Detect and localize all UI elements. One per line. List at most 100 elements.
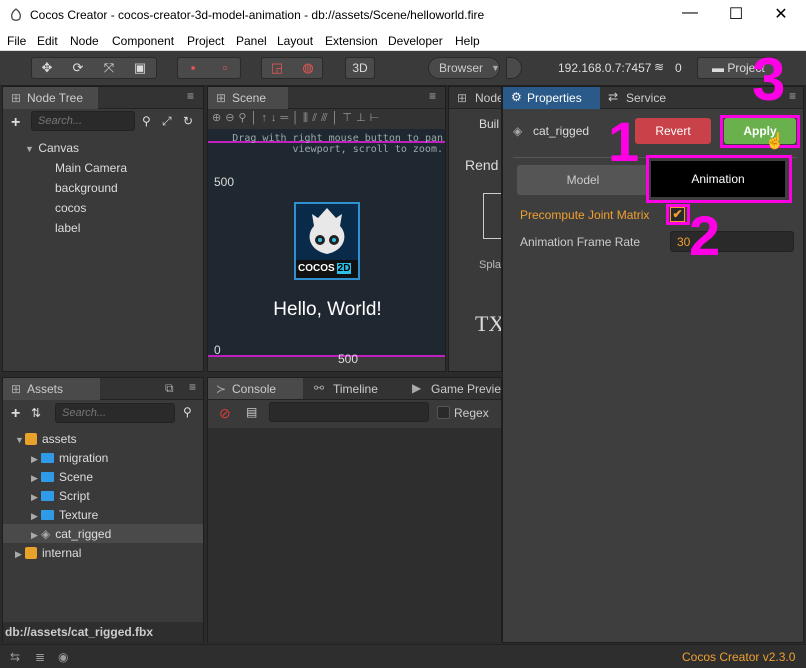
node-lib-render[interactable]: Rend (465, 157, 498, 173)
asset-item-migration[interactable]: ▶ migration (31, 451, 108, 465)
node-lib-splash[interactable]: Spla (479, 259, 501, 271)
eye-icon[interactable]: ◉ (58, 650, 68, 664)
node-search-input[interactable]: Search... (31, 111, 135, 131)
asset-item-texture[interactable]: ▶ Texture (31, 508, 98, 522)
node-lib-text[interactable]: TX (475, 311, 501, 337)
tab-service[interactable]: Service (626, 91, 666, 105)
cocos-app-icon (11, 8, 21, 21)
expand-arrow-icon: ▼ (15, 435, 24, 445)
window-title: Cocos Creator - cocos-creator-3d-model-a… (30, 8, 485, 22)
tab-animation[interactable]: Animation (651, 161, 785, 197)
move-tool-icon[interactable]: ✥ (32, 58, 62, 78)
menu-developer[interactable]: Developer (388, 34, 443, 48)
3d-toggle-button[interactable]: 3D (345, 57, 375, 79)
menu-project[interactable]: Project (187, 34, 224, 48)
globe-icon[interactable]: ◍ (293, 58, 323, 78)
sync-icon[interactable]: ⇆ (10, 650, 20, 664)
menu-edit[interactable]: Edit (37, 34, 58, 48)
rotate-tool-icon[interactable]: ⟳ (63, 58, 93, 78)
menu-extension[interactable]: Extension (325, 34, 378, 48)
tree-item-cocos[interactable]: cocos (55, 201, 86, 215)
folder-icon (41, 453, 54, 463)
refresh-icon[interactable]: ↻ (183, 114, 193, 128)
frame-rate-label: Animation Frame Rate (520, 235, 641, 249)
local-icon[interactable]: ▫ (210, 58, 240, 78)
snap-icon[interactable]: ◲ (262, 58, 292, 78)
folder-icon (41, 491, 54, 501)
panel-menu-icon[interactable]: ≡ (429, 89, 436, 103)
search-icon[interactable]: ⚲ (183, 405, 192, 419)
log-file-icon[interactable]: ▤ (246, 405, 257, 419)
asset-item-scene[interactable]: ▶ Scene (31, 470, 93, 484)
scale-tool-icon[interactable]: ⤧ (94, 58, 124, 78)
tab-timeline[interactable]: Timeline (333, 382, 378, 396)
panel-menu-icon[interactable]: ≡ (789, 89, 796, 103)
asset-item-assets[interactable]: ▼ assets (15, 432, 77, 446)
regex-checkbox[interactable] (437, 406, 450, 419)
close-button[interactable]: ✕ (766, 4, 796, 24)
browser-select-label: Browser (439, 61, 484, 75)
tree-item-main-camera[interactable]: Main Camera (55, 161, 127, 175)
asset-item-cat-rigged[interactable]: ▶ ◈ cat_rigged (31, 527, 111, 541)
clear-console-icon[interactable]: ⊘ (219, 405, 231, 422)
minimize-button[interactable]: — (675, 4, 705, 22)
asset-search-input[interactable]: Search... (55, 403, 175, 423)
search-icon[interactable]: ⚲ (142, 114, 151, 128)
collapse-arrow-icon: ▶ (31, 473, 38, 483)
assets-panel: Assets ⊞ ⧉ ≡ + ⇅ Search... ⚲ ▼ assets ▶ mi… (2, 377, 204, 642)
asset-label: migration (59, 451, 109, 465)
asset-label: internal (42, 546, 82, 560)
revert-button[interactable]: Revert (635, 118, 711, 144)
browser-select[interactable]: Browser (428, 57, 500, 79)
menu-file[interactable]: File (7, 34, 26, 48)
annotation-3: 3 (752, 46, 786, 113)
node-library-title[interactable]: Node (475, 91, 501, 105)
tree-item-background[interactable]: background (55, 181, 118, 195)
menu-panel[interactable]: Panel (236, 34, 267, 48)
folder-icon: ▬ (712, 61, 724, 75)
popout-icon[interactable]: ⧉ (165, 381, 174, 396)
pivot-icon[interactable]: ▪ (178, 58, 208, 78)
y-axis-500: 500 (214, 175, 235, 189)
rect-tool-icon[interactable]: ▣ (125, 58, 155, 78)
assets-header: Assets ⊞ ⧉ ≡ (3, 378, 203, 400)
play-button[interactable] (506, 57, 522, 79)
node-lib-built-in[interactable]: Buil (479, 117, 499, 131)
node-library-panel: ⊞ Node Buil Rend Spla TX (448, 86, 502, 372)
console-filter-input[interactable] (269, 402, 429, 422)
asset-item-internal[interactable]: ▶ internal (15, 546, 81, 560)
panel-menu-icon[interactable]: ≡ (187, 89, 194, 103)
cocos-mascot-icon (309, 208, 345, 254)
maximize-button[interactable]: ☐ (721, 4, 751, 24)
console-icon: ≻ (216, 382, 227, 396)
tab-game-preview[interactable]: Game Previe (431, 382, 501, 396)
folder-icon (41, 472, 54, 482)
sort-icon[interactable]: ⇅ (31, 406, 41, 420)
expand-icon[interactable]: ⤢ (162, 114, 172, 129)
add-node-icon[interactable]: + (11, 114, 20, 132)
collapse-arrow-icon: ▶ (31, 530, 38, 540)
game-preview-icon: ▶ (412, 381, 422, 395)
database-status-icon[interactable]: ≣ (35, 650, 45, 664)
scene-tools-bar[interactable]: ⊕⊖⚲│↑↓═│⫼⫽⫻│⊤⊥⊢ (208, 109, 445, 129)
menu-component[interactable]: Component (112, 34, 174, 48)
chevron-down-icon: ▼ (491, 63, 500, 73)
asset-item-script[interactable]: ▶ Script (31, 489, 90, 503)
scene-header: Scene ⊞ ≡ (208, 87, 445, 109)
precompute-label: Precompute Joint Matrix (520, 208, 650, 222)
tree-item-label[interactable]: label (55, 221, 80, 235)
precompute-checkbox[interactable]: ✔ (670, 207, 685, 222)
align-tools: ▪ ▫ (177, 57, 241, 79)
panel-menu-icon[interactable]: ≡ (189, 380, 196, 394)
menu-help[interactable]: Help (455, 34, 480, 48)
menu-node[interactable]: Node (70, 34, 99, 48)
add-asset-icon[interactable]: + (11, 405, 20, 423)
menu-layout[interactable]: Layout (277, 34, 313, 48)
tree-item-canvas[interactable]: ▼ Canvas (25, 141, 79, 155)
node-tree-panel: Node Tree ⊞ ≡ + Search... ⚲ ⤢ ↻ ▼ Canvas… (2, 86, 204, 372)
assets-tab-icon: ⊞ (11, 382, 22, 396)
scene-viewport[interactable]: Drag with right mouse button to pan view… (208, 129, 445, 366)
hello-world-label: Hello, World! (273, 299, 382, 320)
apply-button[interactable]: Apply (724, 118, 796, 144)
gear-icon: ⚙ (511, 90, 522, 104)
